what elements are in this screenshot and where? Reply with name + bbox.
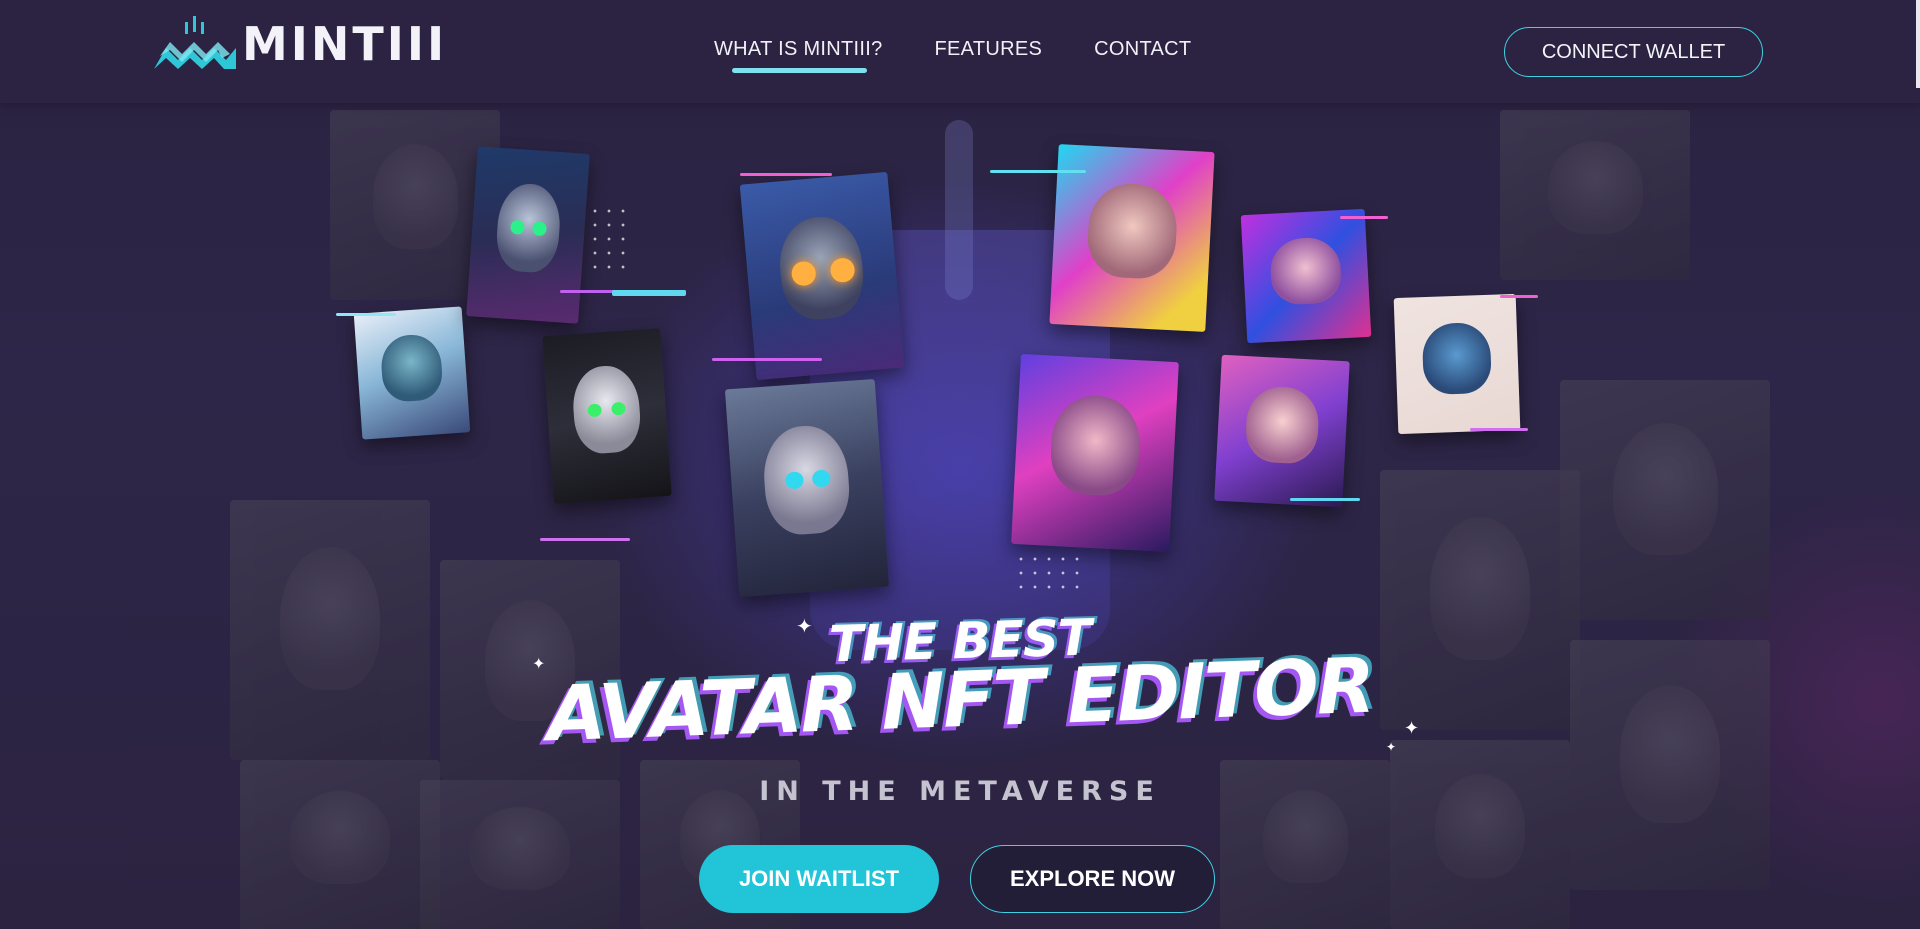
avatar-face — [1269, 235, 1343, 306]
sparkle-icon: ✦ — [796, 616, 813, 638]
nft-card-blue-hair-warrior[interactable] — [1393, 293, 1521, 435]
nft-card-cyber-cat-2[interactable] — [542, 328, 672, 504]
glitch-line — [740, 173, 832, 176]
glitch-line — [540, 538, 630, 541]
mintiii-logo-icon — [154, 16, 236, 69]
explore-now-button[interactable]: EXPLORE NOW — [970, 845, 1215, 913]
sparkle-icon: ✦ — [1404, 718, 1420, 738]
join-waitlist-button[interactable]: JOIN WAITLIST — [699, 845, 939, 913]
nft-card-robot-cat-orange-eye[interactable] — [739, 171, 905, 381]
avatar-face — [760, 422, 853, 537]
main-nav: WHAT IS MINTIII? FEATURES CONTACT — [714, 38, 1191, 73]
avatar-face — [1048, 393, 1143, 498]
avatar-face — [494, 181, 563, 275]
sparkle-icon: ✦ — [532, 656, 546, 673]
logo[interactable]: MINTIII — [152, 14, 447, 74]
logo-text: MINTIII — [242, 17, 448, 71]
nav-item-contact[interactable]: CONTACT — [1094, 38, 1191, 61]
nft-card-neon-girl-2[interactable] — [1240, 208, 1372, 344]
nft-card-neon-girl-4[interactable] — [1214, 354, 1350, 508]
background-tile — [1500, 110, 1690, 280]
glitch-line — [612, 290, 686, 296]
glitch-line — [990, 170, 1086, 173]
nft-card-neon-girl-3[interactable] — [1011, 353, 1179, 553]
nav-item-features[interactable]: FEATURES — [935, 38, 1043, 61]
dot-grid — [1014, 552, 1086, 598]
glitch-line — [1290, 498, 1360, 501]
glitch-line — [1470, 428, 1528, 431]
avatar-face — [1086, 181, 1179, 280]
scrollbar-thumb[interactable] — [1916, 0, 1920, 88]
hero-subtitle: IN THE METAVERSE — [759, 776, 1161, 807]
background-tile — [1390, 740, 1570, 929]
site-header: MINTIII WHAT IS MINTIII? FEATURES CONTAC… — [0, 0, 1920, 103]
avatar-eye — [510, 220, 525, 235]
background-tile — [1560, 380, 1770, 620]
dot-grid — [588, 204, 634, 276]
glitch-line — [1500, 295, 1538, 298]
glitch-line — [712, 358, 822, 361]
avatar-face — [570, 363, 643, 456]
nav-item-what-is-mintiii[interactable]: WHAT IS MINTIII? — [714, 38, 883, 73]
connect-wallet-button[interactable]: CONNECT WALLET — [1504, 27, 1763, 77]
avatar-face — [379, 333, 445, 403]
avatar-face — [1421, 322, 1493, 396]
nft-card-alien-blue[interactable] — [353, 306, 471, 440]
background-glow-bar — [945, 120, 973, 300]
nft-card-cyber-cat-1[interactable] — [466, 146, 590, 324]
nft-card-astronaut-cat[interactable] — [724, 379, 890, 597]
avatar-face — [1244, 385, 1321, 465]
glitch-line — [336, 313, 396, 316]
glitch-line — [1340, 216, 1388, 219]
sparkle-icon: ✦ — [1386, 740, 1397, 754]
